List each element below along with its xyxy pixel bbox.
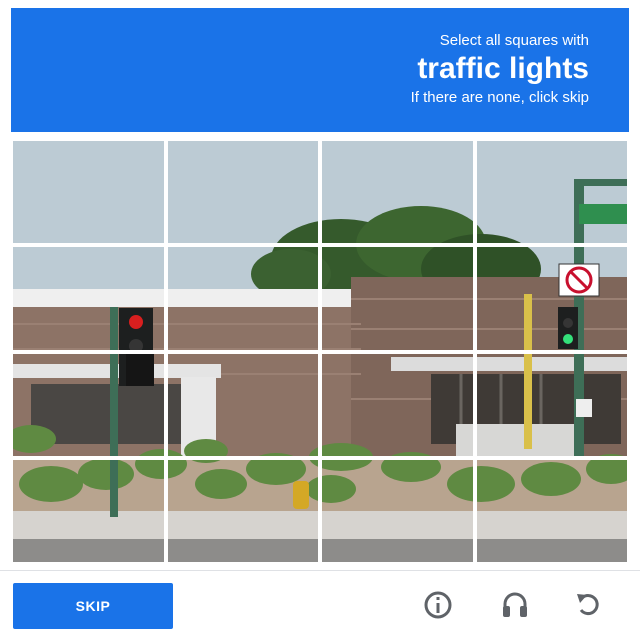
skip-instruction-line: If there are none, click skip (410, 89, 589, 106)
grid-tile-3-1[interactable] (11, 351, 166, 458)
grid-tile-3-4[interactable] (474, 351, 629, 458)
grid-tile-1-2[interactable] (165, 139, 320, 246)
grid-tile-1-1[interactable] (11, 139, 166, 246)
image-grid (11, 139, 629, 564)
grid-tile-4-4[interactable] (474, 457, 629, 564)
grid-tile-4-3[interactable] (320, 457, 475, 564)
grid-tile-2-4[interactable] (474, 245, 629, 352)
reload-icon[interactable] (568, 585, 608, 625)
grid-tile-2-2[interactable] (165, 245, 320, 352)
grid-tile-2-3[interactable] (320, 245, 475, 352)
skip-button[interactable]: SKIP (13, 583, 173, 629)
grid-tile-4-2[interactable] (165, 457, 320, 564)
info-icon[interactable] (418, 585, 458, 625)
audio-icon[interactable] (495, 585, 535, 625)
target-object-label: traffic lights (417, 52, 589, 85)
grid-tile-1-3[interactable] (320, 139, 475, 246)
grid-tile-1-4[interactable] (474, 139, 629, 246)
grid-tile-2-1[interactable] (11, 245, 166, 352)
captcha-header: Select all squares with traffic lights I… (11, 8, 629, 132)
grid-tile-3-3[interactable] (320, 351, 475, 458)
instruction-line: Select all squares with (439, 32, 589, 49)
footer-divider (0, 570, 640, 571)
captcha-frame: Select all squares with traffic lights I… (0, 0, 640, 640)
tile-grid (11, 139, 629, 564)
grid-tile-4-1[interactable] (11, 457, 166, 564)
grid-tile-3-2[interactable] (165, 351, 320, 458)
